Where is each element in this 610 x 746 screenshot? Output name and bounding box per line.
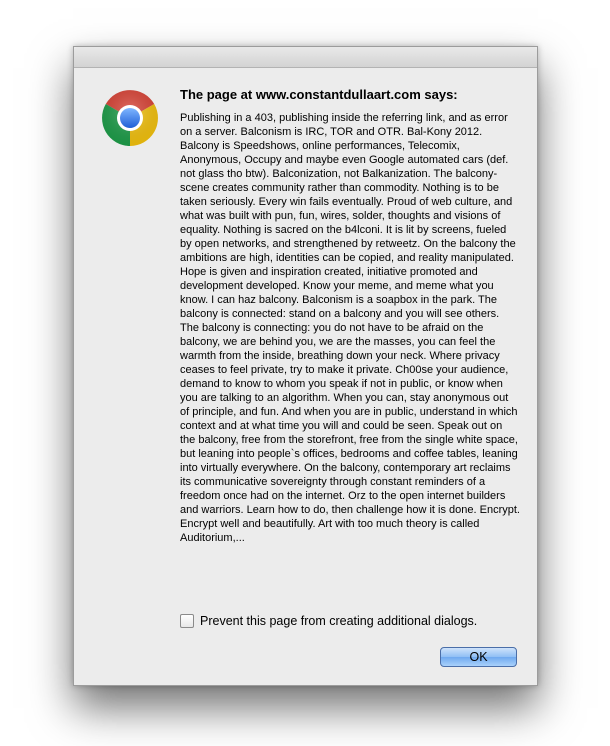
prevent-dialogs-option[interactable]: Prevent this page from creating addition…	[180, 613, 477, 629]
dialog-message: Publishing in a 403, publishing inside t…	[180, 112, 520, 544]
ok-button[interactable]: OK	[440, 647, 517, 667]
alert-dialog: The page at www.constantdullaart.com say…	[73, 46, 538, 686]
prevent-dialogs-label[interactable]: Prevent this page from creating addition…	[200, 614, 477, 628]
dialog-titlebar[interactable]	[74, 47, 537, 68]
chrome-logo-icon	[101, 89, 159, 147]
prevent-dialogs-checkbox[interactable]	[180, 614, 194, 628]
dialog-heading: The page at www.constantdullaart.com say…	[180, 87, 458, 102]
